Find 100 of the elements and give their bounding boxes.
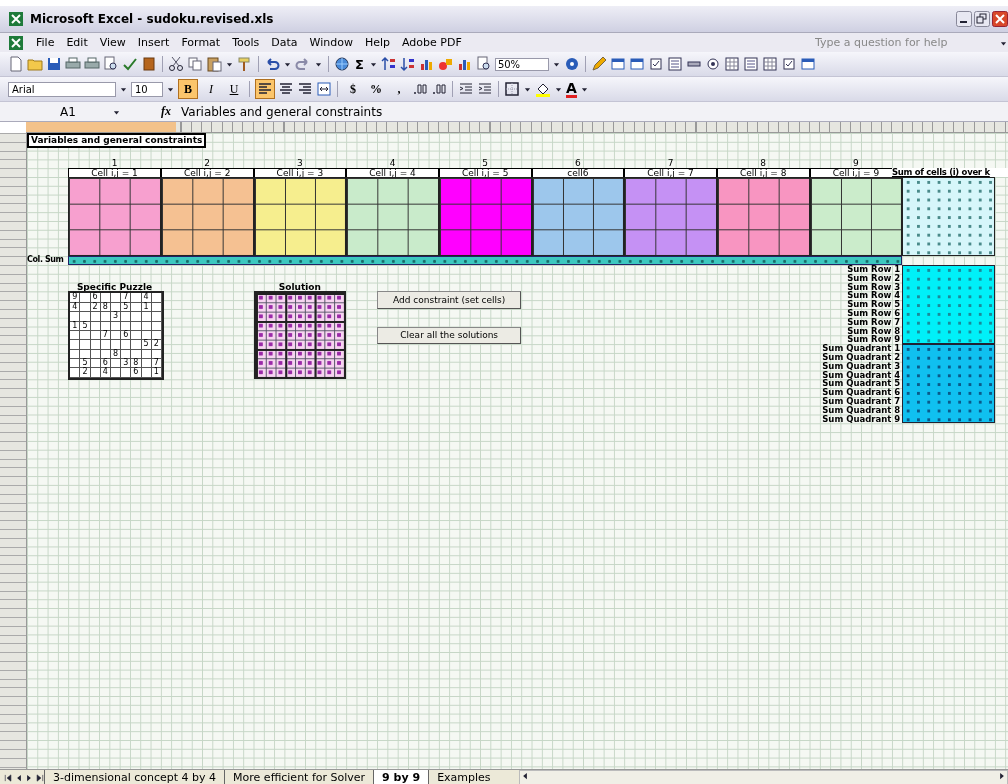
print-preview-icon[interactable] (475, 56, 492, 72)
puzzle-cell (70, 349, 81, 360)
shapes-icon[interactable] (437, 56, 454, 72)
function-button[interactable]: fx (161, 104, 171, 119)
save-icon[interactable] (46, 56, 62, 72)
align-right-icon[interactable] (297, 81, 313, 97)
horizontal-scrollbar[interactable] (518, 770, 1008, 784)
puzzle-cell: 5 (80, 321, 91, 331)
align-left-button[interactable] (255, 79, 275, 99)
italic-button[interactable]: I (201, 79, 221, 99)
puzzle-cell (100, 293, 111, 303)
puzzle-cell (151, 312, 162, 322)
formula-field[interactable]: Variables and general constraints (181, 104, 383, 119)
sheet-button[interactable]: Clear all the solutions (377, 326, 522, 345)
app-icon[interactable] (8, 34, 24, 51)
grid-icon[interactable] (761, 56, 778, 72)
menu-item[interactable]: Data (271, 36, 298, 49)
puzzle-cell (141, 349, 152, 360)
new-document-icon[interactable] (8, 56, 24, 72)
checkbox-icon[interactable] (647, 56, 664, 72)
radio-icon[interactable] (704, 56, 721, 72)
globe-icon[interactable] (334, 56, 350, 72)
puzzle-cell (110, 321, 122, 331)
decrease-decimal-icon[interactable] (431, 81, 447, 97)
undo-icon[interactable] (264, 56, 280, 72)
help-icon[interactable] (563, 56, 580, 72)
puzzle-cell (80, 312, 91, 322)
currency-button[interactable]: $ (343, 79, 363, 99)
printer-icon[interactable] (84, 56, 100, 72)
last-sheet-icon[interactable] (34, 773, 44, 783)
menu-item[interactable]: Tools (232, 36, 260, 49)
decrease-indent-icon[interactable] (458, 81, 474, 97)
merge-icon[interactable] (316, 81, 332, 97)
puzzle-cell: 5 (141, 340, 152, 350)
name-box[interactable]: A1 (0, 104, 112, 119)
pencil-icon[interactable] (590, 56, 607, 72)
menu-item[interactable]: View (99, 36, 126, 49)
puzzle-cell (131, 349, 142, 360)
puzzle-cell (110, 340, 122, 350)
menu-item[interactable]: File (36, 36, 55, 49)
puzzle-cell (80, 340, 91, 350)
book-icon[interactable] (141, 56, 157, 72)
increase-decimal-icon[interactable] (412, 81, 428, 97)
close-icon[interactable] (992, 11, 1008, 27)
zoom-dropdown[interactable]: 50% (494, 57, 549, 71)
sheet-button[interactable]: Add constraint (set cells) (377, 291, 522, 309)
sort-descending-icon[interactable] (399, 56, 416, 72)
borders-icon[interactable] (504, 81, 520, 97)
row-label: Sum Quadrant 4 (821, 370, 902, 380)
row-label: Sum Row 8 (846, 326, 902, 336)
puzzle-cell (100, 349, 111, 360)
list-icon[interactable] (742, 56, 759, 72)
restore-icon[interactable] (974, 11, 990, 27)
paste-icon[interactable] (206, 56, 222, 72)
bold-button[interactable]: B (178, 79, 198, 99)
align-center-icon[interactable] (278, 81, 294, 97)
puzzle-cell (121, 321, 132, 331)
first-sheet-icon[interactable] (4, 773, 14, 783)
brush-icon[interactable] (237, 56, 253, 72)
help-search-field[interactable]: Type a question for help (813, 35, 987, 50)
window-icon[interactable] (609, 56, 626, 72)
list-icon[interactable] (666, 56, 683, 72)
checkbox-icon[interactable] (780, 56, 797, 72)
puzzle-cell (90, 312, 101, 322)
puzzle-cell (80, 293, 91, 303)
underline-button[interactable]: U (224, 79, 244, 99)
puzzle-cell (110, 330, 122, 341)
menu-item[interactable]: Window (309, 36, 353, 49)
checkmark-icon[interactable] (122, 56, 138, 72)
minimize-icon[interactable] (956, 11, 972, 27)
sheet-tab[interactable]: 3-dimensional concept 4 by 4 (44, 770, 225, 784)
menu-item[interactable]: Adobe PDF (402, 36, 462, 49)
puzzle-cell (131, 321, 142, 331)
puzzle-cell (131, 293, 142, 303)
sort-ascending-icon[interactable] (380, 56, 397, 72)
sheet-tab[interactable]: Examples (428, 770, 499, 784)
sheet-tab[interactable]: 9 by 9 (373, 770, 429, 784)
comma-button[interactable]: , (389, 79, 409, 99)
font-color-button[interactable]: A (566, 80, 577, 98)
print-preview-icon[interactable] (103, 56, 119, 72)
window-icon[interactable] (628, 56, 645, 72)
menu-item[interactable]: Help (364, 36, 390, 49)
font-dropdown[interactable]: Arial (8, 81, 116, 97)
scissors-icon[interactable] (168, 56, 184, 72)
percent-button[interactable]: % (366, 79, 386, 99)
puzzle-cell: 8 (100, 302, 111, 313)
app-icon[interactable] (8, 11, 24, 27)
window-icon[interactable] (799, 56, 816, 72)
grid-icon[interactable] (723, 56, 740, 72)
menu-item[interactable]: Edit (66, 36, 88, 49)
printer-icon[interactable] (65, 56, 81, 72)
increase-indent-icon[interactable] (477, 81, 493, 97)
menu-item[interactable]: Format (181, 36, 221, 49)
block-number: 7 (666, 159, 675, 169)
menu-item[interactable]: Insert (137, 36, 170, 49)
font-size-dropdown[interactable]: 10 (131, 81, 163, 97)
puzzle-cell: 4 (141, 293, 152, 303)
puzzle-cell (90, 340, 101, 350)
autosum-button[interactable]: Σ (353, 56, 366, 72)
fill-color-icon[interactable] (535, 81, 551, 97)
